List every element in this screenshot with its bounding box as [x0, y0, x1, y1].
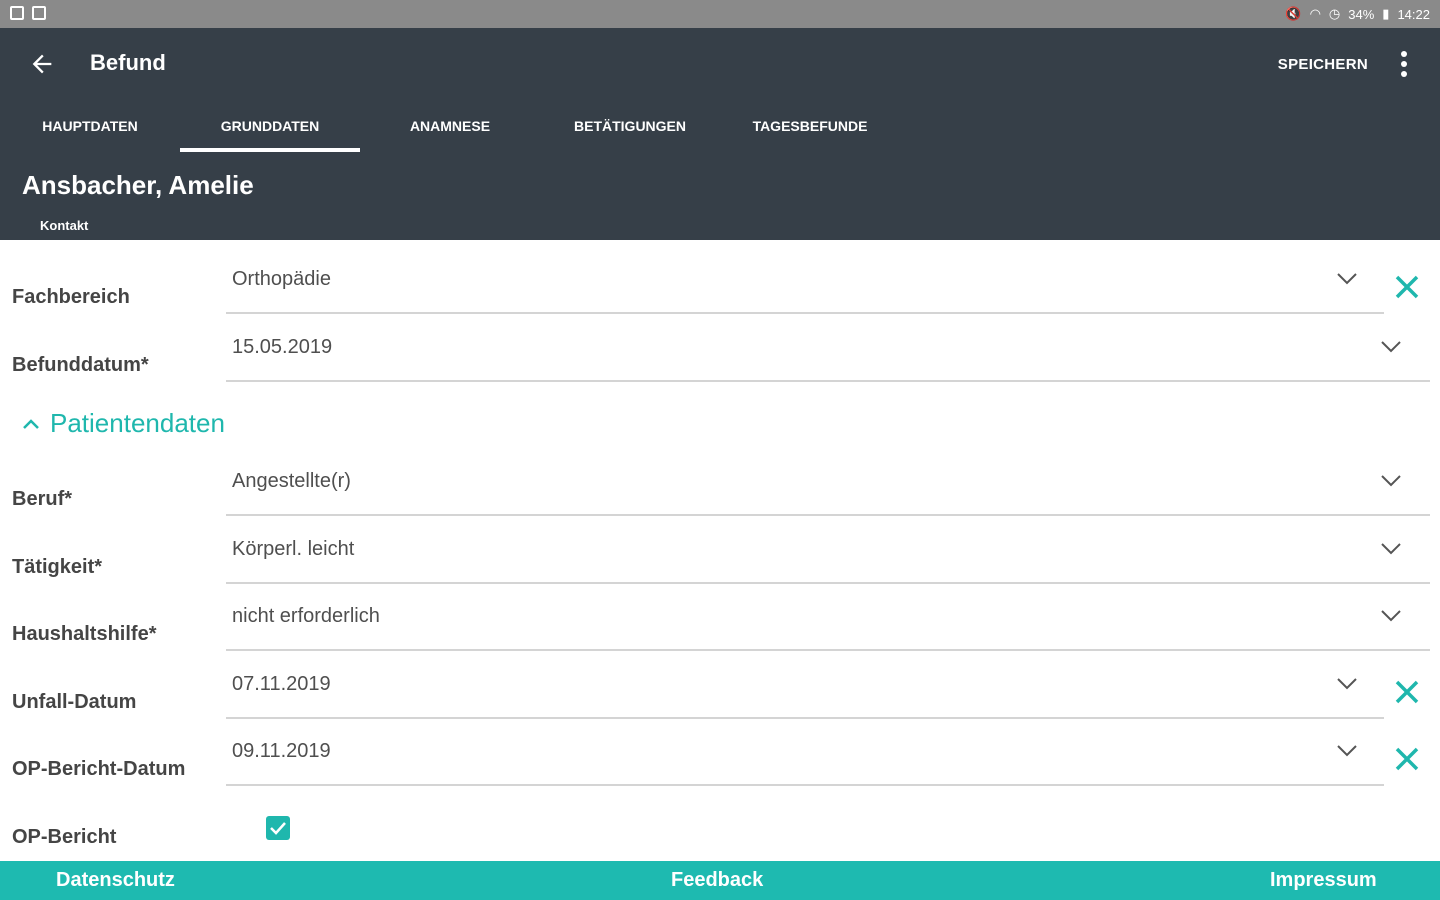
unfall-datum-value: 07.11.2019	[232, 673, 331, 695]
impressum-link[interactable]: Impressum	[1270, 869, 1377, 892]
chevron-down-icon	[1337, 678, 1357, 690]
befunddatum-dropdown[interactable]: 15.05.2019	[226, 318, 1430, 382]
footer-bar: Datenschutz Feedback Impressum	[0, 861, 1440, 900]
unfall-datum-dropdown[interactable]: 07.11.2019	[226, 655, 1384, 719]
patientendaten-section-toggle[interactable]: Patientendaten	[22, 408, 225, 439]
taetigkeit-dropdown[interactable]: Körperl. leicht	[226, 520, 1430, 584]
clock: 14:22	[1397, 6, 1430, 22]
haushaltshilfe-label: Haushaltshilfe*	[12, 623, 157, 645]
clear-fachbereich-icon[interactable]	[1394, 274, 1420, 300]
patient-name: Ansbacher, Amelie	[22, 170, 254, 200]
status-bar: 🔇 ◠ ◷ 34% ▮ 14:22	[0, 0, 1440, 28]
clear-op-bericht-datum-icon[interactable]	[1394, 746, 1420, 772]
op-bericht-label: OP-Bericht	[12, 826, 117, 848]
chevron-down-icon	[1381, 475, 1401, 487]
op-bericht-row: OP-Bericht	[0, 804, 1440, 866]
tab-tagesbefunde[interactable]: TAGESBEFUNDE	[720, 106, 900, 152]
op-bericht-datum-label: OP-Bericht-Datum	[12, 758, 186, 780]
chevron-down-icon	[1381, 610, 1401, 622]
mute-icon: 🔇	[1285, 6, 1302, 21]
save-button[interactable]: SPEICHERN	[1278, 56, 1368, 73]
wifi-icon: ◠	[1309, 6, 1321, 21]
alarm-icon: ◷	[1328, 6, 1341, 21]
befunddatum-label: Befunddatum*	[12, 354, 149, 376]
page-title: Befund	[90, 50, 166, 75]
op-bericht-datum-row: OP-Bericht-Datum 09.11.2019	[0, 736, 1440, 798]
chevron-down-icon	[1337, 745, 1357, 757]
tab-grunddaten[interactable]: GRUNDDATEN	[180, 106, 360, 152]
befunddatum-row: Befunddatum* 15.05.2019	[0, 332, 1440, 394]
taetigkeit-label: Tätigkeit*	[12, 556, 103, 578]
app-toolbar: Befund SPEICHERN HAUPTDATEN GRUNDDATEN A…	[0, 28, 1440, 240]
contact-link[interactable]: Kontakt	[40, 218, 88, 233]
op-bericht-datum-dropdown[interactable]: 09.11.2019	[226, 722, 1384, 786]
fachbereich-label: Fachbereich	[12, 286, 130, 308]
beruf-value: Angestellte(r)	[232, 470, 351, 492]
tab-bar: HAUPTDATEN GRUNDDATEN ANAMNESE BETÄTIGUN…	[0, 106, 900, 152]
section-title: Patientendaten	[50, 408, 225, 438]
back-arrow-icon[interactable]	[28, 50, 56, 78]
battery-icon: ▮	[1382, 6, 1390, 21]
op-bericht-datum-value: 09.11.2019	[232, 740, 331, 762]
checkmark-icon	[270, 822, 286, 835]
clear-unfall-datum-icon[interactable]	[1394, 679, 1420, 705]
chevron-up-icon	[23, 418, 39, 429]
more-options-icon[interactable]	[1394, 48, 1414, 80]
tab-betaetigungen[interactable]: BETÄTIGUNGEN	[540, 106, 720, 152]
unfall-datum-label: Unfall-Datum	[12, 691, 137, 713]
feedback-link[interactable]: Feedback	[671, 869, 763, 892]
chevron-down-icon	[1381, 543, 1401, 555]
battery-level: 34%	[1348, 6, 1375, 22]
befunddatum-value: 15.05.2019	[232, 336, 333, 358]
fachbereich-row: Fachbereich Orthopädie	[0, 264, 1440, 326]
beruf-row: Beruf* Angestellte(r)	[0, 466, 1440, 528]
chevron-down-icon	[1381, 341, 1401, 353]
haushaltshilfe-row: Haushaltshilfe* nicht erforderlich	[0, 601, 1440, 663]
taetigkeit-value: Körperl. leicht	[232, 538, 355, 560]
fachbereich-dropdown[interactable]: Orthopädie	[226, 250, 1384, 314]
beruf-dropdown[interactable]: Angestellte(r)	[226, 452, 1430, 516]
tab-anamnese[interactable]: ANAMNESE	[360, 106, 540, 152]
op-bericht-checkbox[interactable]	[266, 816, 290, 840]
datenschutz-link[interactable]: Datenschutz	[56, 869, 175, 892]
beruf-label: Beruf*	[12, 488, 73, 510]
haushaltshilfe-value: nicht erforderlich	[232, 605, 380, 627]
tab-hauptdaten[interactable]: HAUPTDATEN	[0, 106, 180, 152]
chevron-down-icon	[1337, 273, 1357, 285]
haushaltshilfe-dropdown[interactable]: nicht erforderlich	[226, 587, 1430, 651]
gallery-icon	[10, 6, 24, 20]
fachbereich-value: Orthopädie	[232, 268, 331, 290]
media-icon	[32, 6, 46, 20]
